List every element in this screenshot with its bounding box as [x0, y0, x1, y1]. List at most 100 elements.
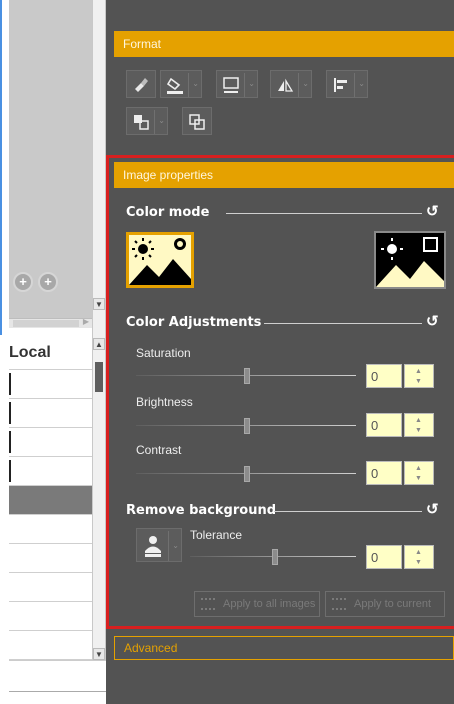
increment-icon[interactable]: ▲: [415, 549, 422, 556]
contrast-slider[interactable]: [136, 466, 356, 482]
contrast-value[interactable]: 0: [366, 461, 402, 485]
table-row[interactable]: [9, 544, 92, 573]
image-inverted-icon: [376, 233, 444, 287]
stepper-buttons[interactable]: ▲ ▼: [404, 461, 434, 485]
saturation-slider[interactable]: [136, 368, 356, 384]
scrollbar-thumb[interactable]: [95, 362, 103, 392]
fill-color-button[interactable]: ⌄: [160, 70, 202, 98]
color-adjustments-label: Color Adjustments: [126, 315, 262, 330]
table-row[interactable]: [9, 573, 92, 602]
table-row[interactable]: [9, 457, 92, 486]
decrement-icon[interactable]: ▼: [415, 475, 422, 482]
image-properties-header[interactable]: Image properties: [114, 162, 454, 188]
apply-to-all-images-button[interactable]: Apply to all images: [194, 591, 320, 617]
increment-icon[interactable]: ▲: [415, 465, 422, 472]
table-row[interactable]: [9, 428, 92, 457]
reset-color-adjustments-icon[interactable]: ↺: [426, 312, 439, 330]
format-section-header[interactable]: Format: [114, 31, 454, 57]
group-objects-button[interactable]: [182, 107, 212, 135]
brightness-stepper[interactable]: 0 ▲ ▼: [366, 413, 434, 437]
brightness-label: Brightness: [136, 395, 193, 409]
divider: [274, 511, 422, 512]
border-style-icon: [223, 77, 239, 93]
increment-icon[interactable]: ▲: [415, 417, 422, 424]
apply-icon: [201, 598, 215, 610]
color-mode-normal-button[interactable]: [126, 232, 194, 288]
color-mode-label: Color mode: [126, 205, 210, 220]
color-mode-inverted-button[interactable]: [374, 231, 446, 289]
apply-to-all-label: Apply to all images: [223, 598, 316, 610]
chevron-down-icon[interactable]: ⌄: [192, 79, 199, 88]
rotate-flip-icon: [278, 78, 294, 92]
advanced-title: Advanced: [124, 641, 178, 655]
decrement-icon[interactable]: ▼: [415, 559, 422, 566]
scroll-up-icon[interactable]: ▲: [93, 338, 105, 350]
status-strip: [9, 660, 106, 704]
format-title: Format: [123, 37, 162, 51]
reset-remove-background-icon[interactable]: ↺: [426, 500, 439, 518]
document-canvas: [9, 0, 92, 318]
decrement-icon[interactable]: ▼: [415, 378, 422, 385]
fill-color-icon: [166, 77, 183, 94]
contrast-stepper[interactable]: 0 ▲ ▼: [366, 461, 434, 485]
brightness-slider[interactable]: [136, 418, 356, 434]
saturation-stepper[interactable]: 0 ▲ ▼: [366, 364, 434, 388]
zoom-fit-icon[interactable]: +: [38, 272, 58, 292]
align-left-icon: [334, 78, 347, 92]
scroll-down-icon[interactable]: ▼: [93, 648, 105, 660]
chevron-down-icon[interactable]: ⌄: [302, 79, 309, 88]
saturation-label: Saturation: [136, 346, 191, 360]
slider-handle[interactable]: [244, 466, 250, 482]
stepper-buttons[interactable]: ▲ ▼: [404, 413, 434, 437]
scroll-down-icon[interactable]: ▼: [93, 298, 105, 310]
format-painter-icon: [135, 78, 148, 92]
table-row[interactable]: [9, 370, 92, 399]
arrange-order-button[interactable]: ⌄: [126, 107, 168, 135]
table-row[interactable]: [9, 515, 92, 544]
tolerance-stepper[interactable]: 0 ▲ ▼: [366, 545, 434, 569]
slider-handle[interactable]: [244, 418, 250, 434]
format-painter-button[interactable]: [126, 70, 156, 98]
column-header-local: Local: [9, 344, 51, 361]
table-header: Local: [9, 340, 92, 370]
scroll-right-icon[interactable]: ▶: [83, 317, 89, 326]
tolerance-slider[interactable]: [190, 549, 356, 565]
horizontal-scrollbar[interactable]: ▶: [9, 317, 92, 328]
tolerance-value[interactable]: 0: [366, 545, 402, 569]
image-normal-icon: [129, 235, 191, 285]
stepper-buttons[interactable]: ▲ ▼: [404, 545, 434, 569]
vertical-scrollbar[interactable]: ▼ ▲ ▼: [92, 0, 106, 704]
saturation-value[interactable]: 0: [366, 364, 402, 388]
chevron-down-icon[interactable]: ⌄: [158, 116, 165, 125]
table-row[interactable]: [9, 602, 92, 631]
apply-to-current-button[interactable]: Apply to current: [325, 591, 445, 617]
image-properties-title: Image properties: [123, 168, 214, 182]
tolerance-label: Tolerance: [190, 528, 243, 542]
increment-icon[interactable]: ▲: [415, 368, 422, 375]
chevron-down-icon[interactable]: ⌄: [248, 79, 255, 88]
slider-handle[interactable]: [244, 368, 250, 384]
reset-color-mode-icon[interactable]: ↺: [426, 202, 439, 220]
border-style-button[interactable]: ⌄: [216, 70, 258, 98]
table-row[interactable]: [9, 486, 92, 515]
scrollbar-thumb[interactable]: [13, 320, 79, 327]
person-icon: [145, 536, 161, 557]
table-row[interactable]: [9, 631, 92, 660]
rotate-flip-button[interactable]: ⌄: [270, 70, 312, 98]
group-objects-icon: [189, 114, 205, 130]
stepper-buttons[interactable]: ▲ ▼: [404, 364, 434, 388]
remove-background-label: Remove background: [126, 503, 277, 518]
zoom-in-icon[interactable]: +: [13, 272, 33, 292]
advanced-section-header[interactable]: Advanced: [114, 636, 454, 660]
chevron-down-icon[interactable]: ⌄: [358, 79, 365, 88]
slider-handle[interactable]: [272, 549, 278, 565]
arrange-order-icon: [134, 115, 149, 130]
divider: [264, 323, 422, 324]
table-row[interactable]: [9, 399, 92, 428]
brightness-value[interactable]: 0: [366, 413, 402, 437]
align-button[interactable]: ⌄: [326, 70, 368, 98]
background-picker-button[interactable]: ⌄: [136, 528, 182, 562]
document-pane: + + ▶ Local: [0, 0, 92, 704]
decrement-icon[interactable]: ▼: [415, 427, 422, 434]
chevron-down-icon[interactable]: ⌄: [172, 541, 179, 550]
